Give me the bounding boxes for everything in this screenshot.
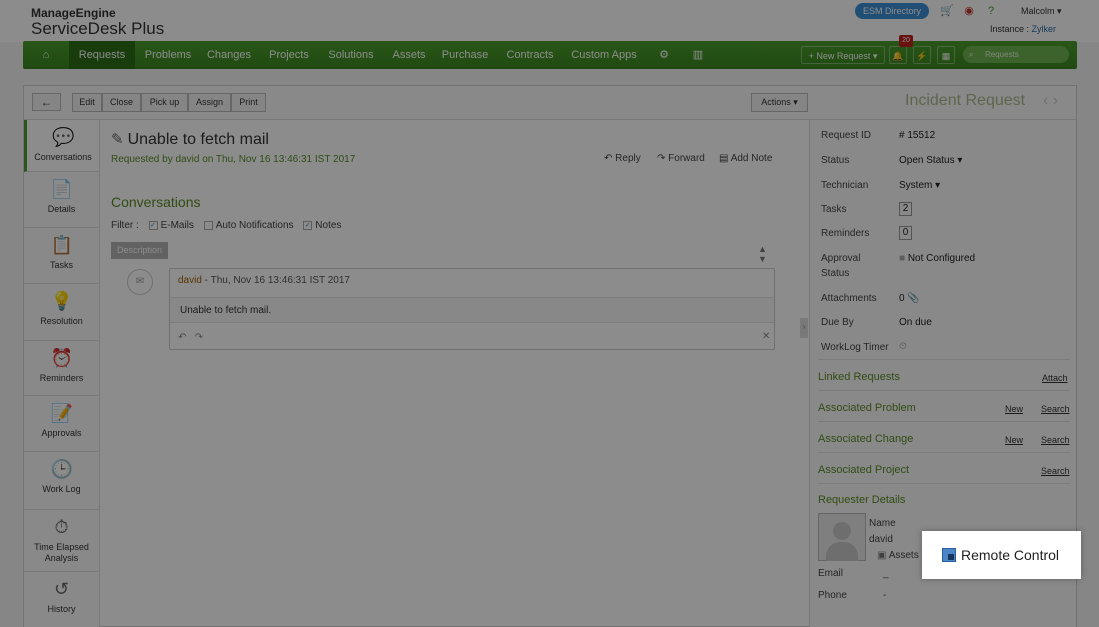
remote-control-button[interactable]: Remote Control xyxy=(922,531,1081,579)
remote-control-icon xyxy=(942,548,956,562)
remote-control-label: Remote Control xyxy=(961,547,1060,563)
